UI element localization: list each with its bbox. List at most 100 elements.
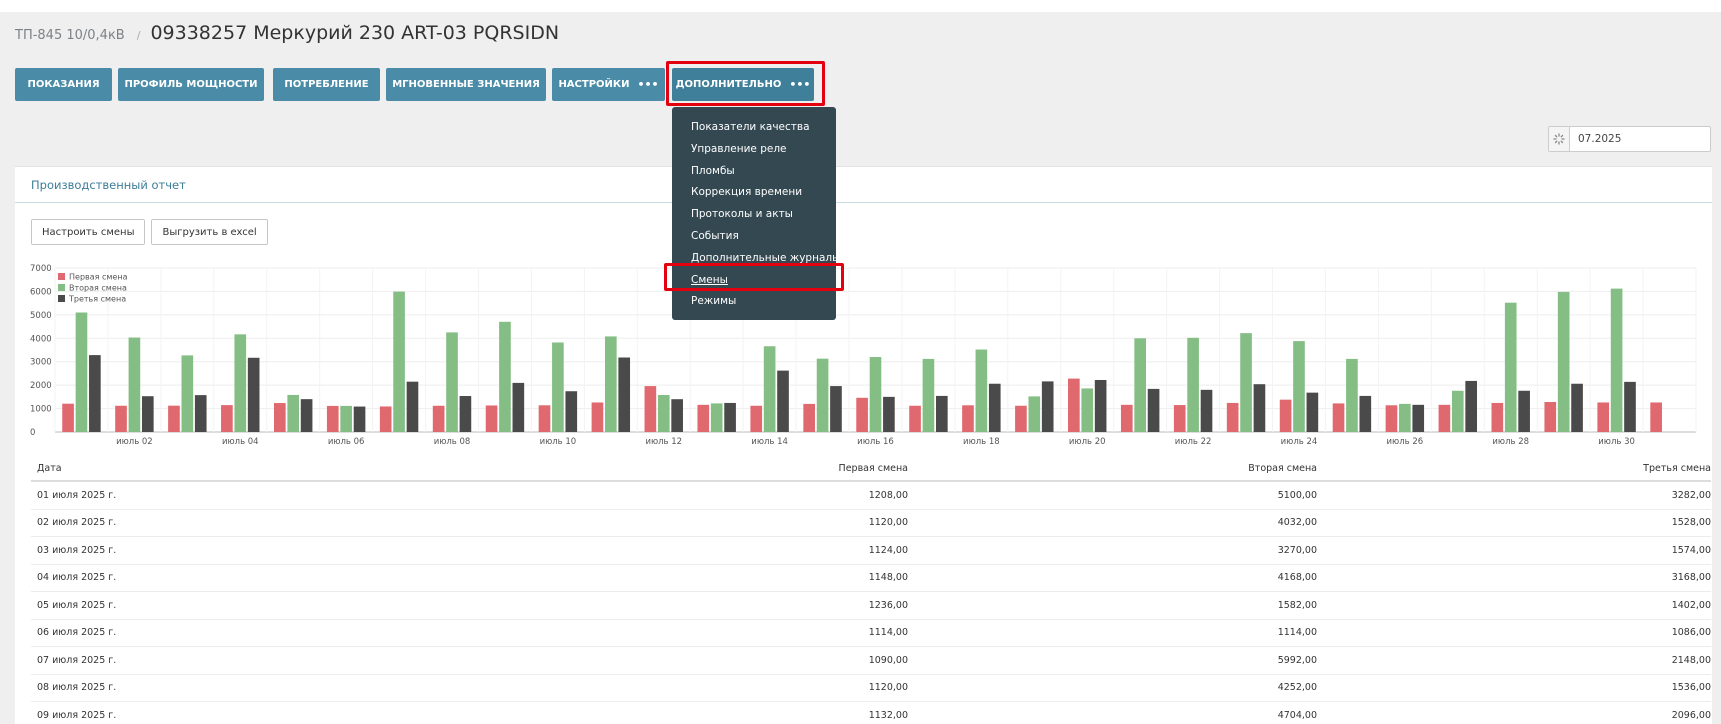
spinner-icon[interactable] (1549, 127, 1570, 151)
bar-third-shift[interactable] (1094, 379, 1107, 432)
breadcrumb-substation[interactable]: ТП-845 10/0,4кВ (15, 28, 125, 43)
menu-item-events[interactable]: События (672, 226, 836, 248)
month-input[interactable] (1570, 127, 1710, 151)
bar-first-shift[interactable] (62, 403, 74, 432)
bar-third-shift[interactable] (247, 357, 260, 432)
tab-readings-button[interactable]: ПОКАЗАНИЯ (15, 68, 112, 101)
tab-power-profile-button[interactable]: ПРОФИЛЬ МОЩНОСТИ (118, 68, 264, 101)
bar-third-shift[interactable] (883, 396, 895, 432)
bar-first-shift[interactable] (221, 405, 233, 432)
bar-third-shift[interactable] (1147, 388, 1160, 432)
menu-item-extra-journals[interactable]: Дополнительные журналы (672, 248, 840, 270)
tab-settings-button[interactable]: НАСТРОЙКИ ••• (552, 68, 665, 101)
bar-third-shift[interactable] (565, 391, 578, 432)
bar-first-shift[interactable] (803, 403, 815, 432)
bar-third-shift[interactable] (830, 386, 842, 432)
bar-second-shift[interactable] (393, 291, 405, 432)
bar-second-shift[interactable] (446, 332, 458, 432)
bar-second-shift[interactable] (1081, 388, 1094, 432)
bar-first-shift[interactable] (1385, 405, 1398, 432)
bar-third-shift[interactable] (988, 383, 1001, 432)
bar-second-shift[interactable] (234, 334, 247, 432)
tab-instant-values-button[interactable]: МГНОВЕННЫЕ ЗНАЧЕНИЯ (386, 68, 546, 101)
bar-third-shift[interactable] (1624, 381, 1636, 432)
bar-second-shift[interactable] (552, 342, 564, 432)
bar-second-shift[interactable] (710, 403, 723, 432)
bar-third-shift[interactable] (1306, 392, 1319, 432)
bar-third-shift[interactable] (459, 396, 472, 432)
bar-first-shift[interactable] (1438, 404, 1451, 432)
bar-second-shift[interactable] (499, 321, 511, 432)
bar-second-shift[interactable] (1028, 396, 1041, 432)
bar-third-shift[interactable] (1253, 384, 1266, 432)
bar-third-shift[interactable] (300, 399, 313, 432)
bar-second-shift[interactable] (287, 394, 300, 432)
bar-second-shift[interactable] (340, 405, 352, 432)
bar-first-shift[interactable] (168, 405, 180, 432)
tab-consumption-button[interactable]: ПОТРЕБЛЕНИЕ (273, 68, 380, 101)
menu-item-protocols[interactable]: Протоколы и акты (672, 204, 836, 226)
bar-third-shift[interactable] (353, 406, 366, 432)
bar-second-shift[interactable] (1399, 403, 1411, 432)
col-header-first-shift[interactable]: Первая смена (839, 457, 908, 480)
bar-first-shift[interactable] (1173, 405, 1186, 432)
bar-third-shift[interactable] (141, 396, 154, 432)
bar-second-shift[interactable] (1240, 333, 1252, 432)
bar-third-shift[interactable] (1518, 390, 1530, 432)
bar-first-shift[interactable] (1068, 378, 1080, 432)
bar-second-shift[interactable] (75, 312, 88, 432)
bar-second-shift[interactable] (181, 355, 194, 432)
bar-second-shift[interactable] (604, 336, 617, 432)
col-header-second-shift[interactable]: Вторая смена (1248, 457, 1317, 480)
bar-first-shift[interactable] (1597, 402, 1610, 432)
tab-additional-button[interactable]: ДОПОЛНИТЕЛЬНО ••• (672, 68, 814, 101)
bar-first-shift[interactable] (856, 397, 868, 432)
bar-first-shift[interactable] (326, 405, 339, 432)
bar-first-shift[interactable] (697, 404, 710, 432)
menu-item-time-correction[interactable]: Коррекция времени (672, 182, 836, 204)
bar-second-shift[interactable] (816, 358, 829, 432)
bar-third-shift[interactable] (1359, 395, 1372, 432)
bar-first-shift[interactable] (1491, 402, 1504, 432)
bar-third-shift[interactable] (194, 395, 207, 432)
menu-item-relay-control[interactable]: Управление реле (672, 139, 836, 161)
bar-third-shift[interactable] (1571, 383, 1583, 432)
menu-item-quality[interactable]: Показатели качества (672, 117, 836, 139)
bar-second-shift[interactable] (1610, 288, 1623, 432)
bar-first-shift[interactable] (750, 405, 763, 432)
bar-first-shift[interactable] (379, 406, 392, 432)
bar-first-shift[interactable] (432, 405, 445, 432)
bar-first-shift[interactable] (273, 403, 286, 432)
bar-third-shift[interactable] (512, 382, 525, 432)
menu-item-seals[interactable]: Пломбы (672, 161, 836, 183)
bar-first-shift[interactable] (1279, 399, 1292, 432)
bar-first-shift[interactable] (115, 405, 127, 432)
bar-first-shift[interactable] (1120, 404, 1133, 432)
bar-second-shift[interactable] (1504, 302, 1517, 432)
bar-second-shift[interactable] (128, 337, 141, 432)
bar-third-shift[interactable] (1465, 380, 1478, 432)
bar-second-shift[interactable] (657, 394, 670, 432)
bar-first-shift[interactable] (1650, 402, 1662, 432)
col-header-date[interactable]: Дата (37, 457, 62, 480)
bar-third-shift[interactable] (724, 402, 736, 432)
bar-first-shift[interactable] (485, 405, 498, 432)
bar-second-shift[interactable] (922, 358, 935, 432)
bar-third-shift[interactable] (89, 355, 101, 432)
bar-third-shift[interactable] (1041, 381, 1054, 432)
bar-third-shift[interactable] (671, 399, 683, 432)
bar-first-shift[interactable] (538, 405, 551, 432)
menu-item-shifts[interactable]: Смены (672, 270, 836, 292)
bar-third-shift[interactable] (618, 357, 631, 432)
bar-second-shift[interactable] (1451, 390, 1464, 432)
configure-shifts-button[interactable]: Настроить смены (31, 219, 146, 245)
bar-second-shift[interactable] (1187, 337, 1199, 432)
bar-second-shift[interactable] (1293, 341, 1305, 432)
month-picker[interactable] (1548, 126, 1711, 152)
menu-item-modes[interactable]: Режимы (672, 291, 836, 313)
bar-first-shift[interactable] (962, 405, 974, 432)
bar-second-shift[interactable] (1346, 358, 1358, 432)
bar-third-shift[interactable] (1200, 389, 1213, 432)
bar-third-shift[interactable] (1412, 404, 1425, 432)
bar-third-shift[interactable] (406, 381, 419, 432)
